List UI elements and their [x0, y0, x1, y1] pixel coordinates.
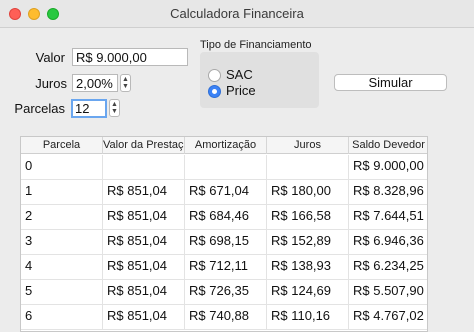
cell-parcela: 2 [21, 205, 103, 230]
column-header-juros[interactable]: Juros [267, 137, 349, 154]
stepper-down-icon[interactable]: ▼ [110, 108, 119, 115]
column-header-saldo-devedor[interactable]: Saldo Devedor [349, 137, 427, 154]
cell-parcela: 5 [21, 280, 103, 305]
financing-group: SAC Price [200, 52, 319, 108]
stepper-down-icon[interactable]: ▼ [121, 83, 130, 90]
cell-juros: R$ 166,58 [267, 205, 349, 230]
column-header-valor-prestacao[interactable]: Valor da Prestação [103, 137, 185, 154]
cell-parcela: 6 [21, 305, 103, 330]
cell-juros: R$ 152,89 [267, 230, 349, 255]
cell-saldo-devedor: R$ 4.767,02 [349, 305, 427, 330]
cell-juros [267, 155, 349, 180]
cell-juros: R$ 138,93 [267, 255, 349, 280]
price-radio[interactable] [208, 85, 221, 98]
cell-amortizacao: R$ 698,15 [185, 230, 267, 255]
cell-amortizacao: R$ 726,35 [185, 280, 267, 305]
cell-juros: R$ 124,69 [267, 280, 349, 305]
app-window: Calculadora Financeira Valor R$ 9.000,00… [0, 0, 474, 332]
cell-saldo-devedor: R$ 9.000,00 [349, 155, 427, 180]
stepper-up-icon[interactable]: ▲ [121, 76, 130, 83]
cell-valor-prestacao: R$ 851,04 [103, 180, 185, 205]
cell-amortizacao [185, 155, 267, 180]
cell-valor-prestacao: R$ 851,04 [103, 205, 185, 230]
table-row[interactable]: 3 R$ 851,04 R$ 698,15 R$ 152,89 R$ 6.946… [21, 230, 427, 255]
cell-juros: R$ 180,00 [267, 180, 349, 205]
column-header-parcela[interactable]: Parcela [21, 137, 103, 154]
title-bar: Calculadora Financeira [0, 0, 474, 28]
simular-button[interactable]: Simular [334, 74, 447, 91]
table-row[interactable]: 1 R$ 851,04 R$ 671,04 R$ 180,00 R$ 8.328… [21, 180, 427, 205]
parcelas-label: Parcelas [14, 101, 65, 116]
juros-input[interactable]: 2,00% [72, 74, 118, 92]
parcelas-stepper[interactable]: ▲ ▼ [109, 99, 120, 117]
price-label[interactable]: Price [226, 83, 256, 98]
table-row[interactable]: 6 R$ 851,04 R$ 740,88 R$ 110,16 R$ 4.767… [21, 305, 427, 330]
valor-input[interactable]: R$ 9.000,00 [72, 48, 188, 66]
cell-amortizacao: R$ 684,46 [185, 205, 267, 230]
cell-saldo-devedor: R$ 8.328,96 [349, 180, 427, 205]
table-row[interactable]: 2 R$ 851,04 R$ 684,46 R$ 166,58 R$ 7.644… [21, 205, 427, 230]
cell-valor-prestacao: R$ 851,04 [103, 280, 185, 305]
cell-amortizacao: R$ 712,11 [185, 255, 267, 280]
table-row[interactable]: 5 R$ 851,04 R$ 726,35 R$ 124,69 R$ 5.507… [21, 280, 427, 305]
cell-saldo-devedor: R$ 6.234,25 [349, 255, 427, 280]
stepper-up-icon[interactable]: ▲ [110, 101, 119, 108]
cell-juros: R$ 110,16 [267, 305, 349, 330]
juros-stepper[interactable]: ▲ ▼ [120, 74, 131, 92]
cell-parcela: 3 [21, 230, 103, 255]
table-row[interactable]: 4 R$ 851,04 R$ 712,11 R$ 138,93 R$ 6.234… [21, 255, 427, 280]
amortization-table: Parcela Valor da Prestação Amortização J… [20, 136, 428, 332]
window-title: Calculadora Financeira [170, 6, 304, 21]
column-header-amortizacao[interactable]: Amortização [185, 137, 267, 154]
cell-saldo-devedor: R$ 7.644,51 [349, 205, 427, 230]
cell-amortizacao: R$ 671,04 [185, 180, 267, 205]
cell-valor-prestacao: R$ 851,04 [103, 230, 185, 255]
parcelas-input[interactable]: 12 [71, 99, 107, 118]
valor-label: Valor [35, 50, 65, 65]
sac-label[interactable]: SAC [226, 67, 253, 82]
juros-label: Juros [35, 76, 67, 91]
cell-valor-prestacao: R$ 851,04 [103, 305, 185, 330]
cell-saldo-devedor: R$ 6.946,36 [349, 230, 427, 255]
table-row[interactable]: 0 R$ 9.000,00 [21, 155, 427, 180]
cell-parcela: 0 [21, 155, 103, 180]
cell-valor-prestacao: R$ 851,04 [103, 255, 185, 280]
cell-valor-prestacao [103, 155, 185, 180]
cell-parcela: 4 [21, 255, 103, 280]
table-header: Parcela Valor da Prestação Amortização J… [21, 137, 427, 154]
cell-parcela: 1 [21, 180, 103, 205]
cell-amortizacao: R$ 740,88 [185, 305, 267, 330]
cell-saldo-devedor: R$ 5.507,90 [349, 280, 427, 305]
sac-radio[interactable] [208, 69, 221, 82]
financing-group-title: Tipo de Financiamento [200, 39, 312, 51]
